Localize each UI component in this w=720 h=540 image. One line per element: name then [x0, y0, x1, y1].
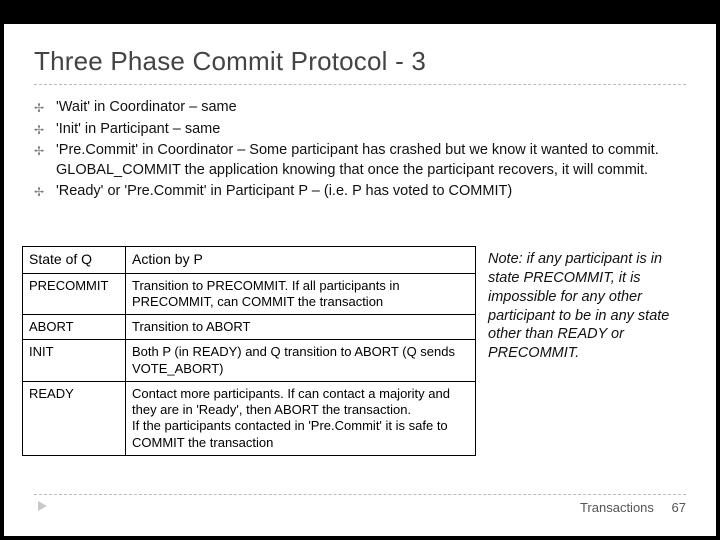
- list-item: ✢ 'Wait' in Coordinator – same: [34, 98, 688, 118]
- title-divider: [34, 84, 686, 85]
- list-item-text: 'Pre.Commit' in Coordinator – Some parti…: [56, 141, 688, 180]
- side-note: Note: if any participant is in state PRE…: [488, 250, 694, 363]
- cell-action: Transition to PRECOMMIT. If all particip…: [126, 273, 476, 315]
- cell-state: ABORT: [23, 315, 126, 340]
- cell-state: PRECOMMIT: [23, 273, 126, 315]
- slide: Three Phase Commit Protocol - 3 ✢ 'Wait'…: [4, 24, 716, 536]
- table-row: INIT Both P (in READY) and Q transition …: [23, 340, 476, 382]
- bullet-icon: ✢: [34, 98, 56, 116]
- cell-state: READY: [23, 381, 126, 455]
- nav-arrow-icon: [38, 501, 47, 511]
- list-item: ✢ 'Init' in Participant – same: [34, 120, 688, 140]
- list-item-text: 'Init' in Participant – same: [56, 120, 688, 140]
- footer-label: Transactions: [580, 500, 654, 515]
- footer-divider: [34, 494, 686, 495]
- footer: Transactions 67: [580, 500, 686, 515]
- state-action-table: State of Q Action by P PRECOMMIT Transit…: [22, 246, 476, 456]
- list-item: ✢ 'Pre.Commit' in Coordinator – Some par…: [34, 141, 688, 180]
- column-header-action: Action by P: [126, 247, 476, 274]
- column-header-state: State of Q: [23, 247, 126, 274]
- cell-state: INIT: [23, 340, 126, 382]
- cell-action: Transition to ABORT: [126, 315, 476, 340]
- list-item-text: 'Wait' in Coordinator – same: [56, 98, 688, 118]
- page-number: 67: [672, 500, 686, 515]
- cell-action: Both P (in READY) and Q transition to AB…: [126, 340, 476, 382]
- list-item-text: 'Ready' or 'Pre.Commit' in Participant P…: [56, 182, 688, 202]
- table-row: ABORT Transition to ABORT: [23, 315, 476, 340]
- table-row: PRECOMMIT Transition to PRECOMMIT. If al…: [23, 273, 476, 315]
- bullet-icon: ✢: [34, 141, 56, 159]
- bullet-icon: ✢: [34, 120, 56, 138]
- table-row: READY Contact more participants. If can …: [23, 381, 476, 455]
- table: State of Q Action by P PRECOMMIT Transit…: [22, 246, 476, 456]
- bullet-list: ✢ 'Wait' in Coordinator – same ✢ 'Init' …: [34, 98, 688, 204]
- bullet-icon: ✢: [34, 182, 56, 200]
- cell-action: Contact more participants. If can contac…: [126, 381, 476, 455]
- table-header-row: State of Q Action by P: [23, 247, 476, 274]
- list-item: ✢ 'Ready' or 'Pre.Commit' in Participant…: [34, 182, 688, 202]
- page-title: Three Phase Commit Protocol - 3: [34, 46, 426, 77]
